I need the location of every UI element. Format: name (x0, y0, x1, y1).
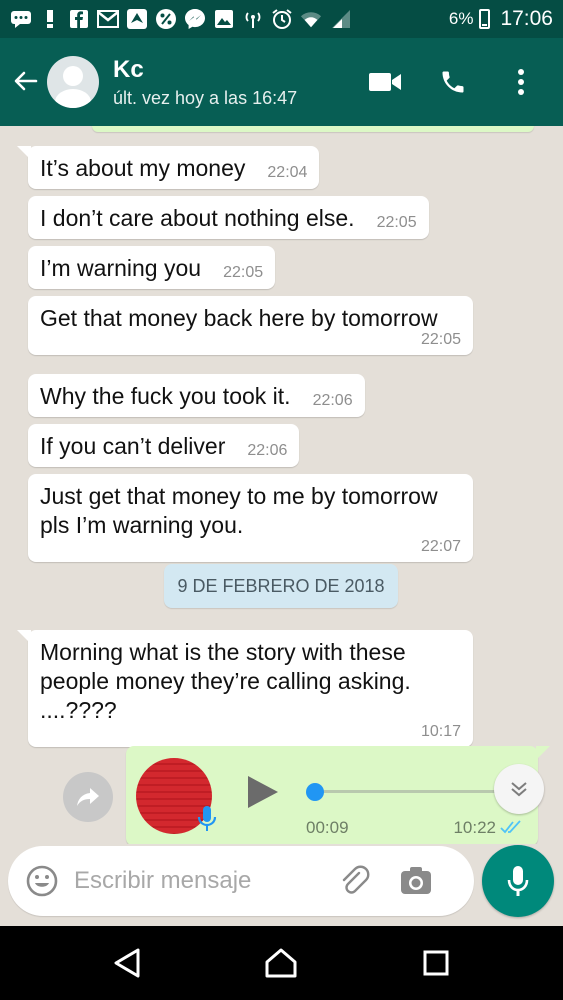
notification-icons (10, 8, 351, 30)
message-time: 22:05 (376, 214, 417, 231)
signal-icon (329, 8, 351, 30)
message-composer (8, 846, 474, 916)
microphone-icon (507, 866, 529, 896)
square-recents-icon (423, 950, 449, 976)
voice-message[interactable]: 00:09 10:22 (126, 746, 550, 844)
message-time: 22:05 (223, 264, 264, 281)
message-text: If you can’t deliver (40, 433, 226, 459)
audio-progress-track[interactable] (308, 790, 504, 793)
message-time: 22:07 (420, 538, 461, 555)
chat-header: Kc últ. vez hoy a las 16:47 (0, 38, 563, 126)
avatar[interactable] (47, 56, 99, 108)
message-time: 22:06 (247, 442, 288, 459)
emoji-button[interactable] (22, 861, 62, 901)
home-icon (265, 948, 297, 978)
hotspot-icon (242, 8, 264, 30)
date-divider: 9 DE FEBRERO DE 2018 (164, 564, 398, 608)
phone-icon (442, 71, 464, 93)
message-text: Morning what is the story with these peo… (40, 639, 411, 723)
paperclip-icon (342, 865, 370, 894)
attach-button[interactable] (334, 861, 374, 901)
forward-button[interactable] (63, 772, 113, 822)
forward-icon (77, 788, 99, 806)
triangle-back-icon (114, 948, 140, 978)
last-seen: últ. vez hoy a las 16:47 (113, 87, 298, 108)
incoming-message[interactable]: Morning what is the story with these peo… (17, 630, 473, 747)
message-input[interactable] (74, 867, 324, 895)
messenger-icon (184, 8, 206, 30)
message-text: I’m warning you (40, 255, 202, 281)
audio-progress-knob[interactable] (306, 783, 324, 801)
header-actions (365, 62, 541, 102)
incoming-message[interactable]: If you can’t deliver 22:06 (28, 424, 300, 467)
message-text: Why the fuck you took it. (40, 383, 291, 409)
wifi-icon (300, 8, 322, 30)
message-icon (10, 8, 32, 30)
back-arrow-icon (14, 71, 38, 91)
contact-name: Kc (113, 55, 144, 83)
message-time: 22:05 (420, 331, 461, 348)
incoming-message[interactable]: I don’t care about nothing else. 22:05 (28, 196, 429, 239)
camera-icon (401, 867, 431, 894)
scroll-to-bottom-button[interactable] (494, 764, 544, 814)
avatar-head (63, 66, 83, 86)
message-text: Just get that money to me by tomorrow pl… (40, 483, 438, 538)
microphone-icon (197, 806, 217, 831)
incoming-message[interactable]: It’s about my money 22:04 (17, 146, 320, 189)
bubble-tail (17, 630, 31, 644)
previous-message-edge (92, 126, 534, 132)
incoming-message[interactable]: Just get that money to me by tomorrow pl… (28, 474, 473, 562)
gmail-icon (97, 8, 119, 30)
percent-icon (155, 8, 177, 30)
more-options-button[interactable] (501, 62, 541, 102)
video-call-button[interactable] (365, 62, 405, 102)
nav-back-button[interactable] (99, 935, 155, 991)
message-text: Get that money back here by tomorrow (40, 305, 438, 331)
back-button[interactable] (5, 52, 45, 112)
incoming-message[interactable]: Get that money back here by tomorrow 22:0… (28, 296, 473, 355)
voice-record-button[interactable] (482, 845, 554, 917)
incoming-message[interactable]: Why the fuck you took it. 22:06 (28, 374, 365, 417)
status-bar: 6% 17:06 (0, 0, 563, 38)
facebook-icon (68, 8, 90, 30)
emoji-icon (26, 865, 58, 897)
image-icon (213, 8, 235, 30)
app-icon (126, 8, 148, 30)
battery-percentage: 6% (448, 9, 474, 28)
message-time: 22:04 (267, 164, 308, 181)
message-text: It’s about my money (40, 155, 246, 181)
message-time: 10:17 (420, 723, 461, 740)
camera-button[interactable] (396, 861, 436, 901)
bubble-tail (17, 146, 31, 160)
video-camera-icon (369, 73, 401, 91)
nav-home-button[interactable] (253, 935, 309, 991)
battery-icon (479, 9, 491, 29)
avatar-body (55, 89, 91, 108)
voice-duration: 00:09 (306, 818, 349, 837)
double-chevron-down-icon (511, 782, 527, 797)
status-right: 6% 17:06 (449, 7, 553, 31)
message-time: 10:22 (453, 818, 496, 837)
message-text: I don’t care about nothing else. (40, 205, 355, 231)
system-navigation-bar (0, 926, 563, 1000)
more-vertical-icon (518, 69, 524, 95)
read-ticks-icon (500, 820, 521, 834)
chat-area[interactable]: It’s about my money 22:04 I don’t care ab… (0, 126, 563, 844)
nav-recents-button[interactable] (408, 935, 464, 991)
alert-icon (39, 8, 61, 30)
contact-info[interactable]: Kc últ. vez hoy a las 16:47 (113, 56, 297, 109)
voice-call-button[interactable] (433, 62, 473, 102)
alarm-icon (271, 8, 293, 30)
play-icon[interactable] (246, 774, 280, 810)
message-time: 22:06 (312, 392, 353, 409)
incoming-message[interactable]: I’m warning you 22:05 (28, 246, 276, 289)
bubble-tail (536, 746, 550, 760)
clock: 17:06 (500, 7, 553, 30)
